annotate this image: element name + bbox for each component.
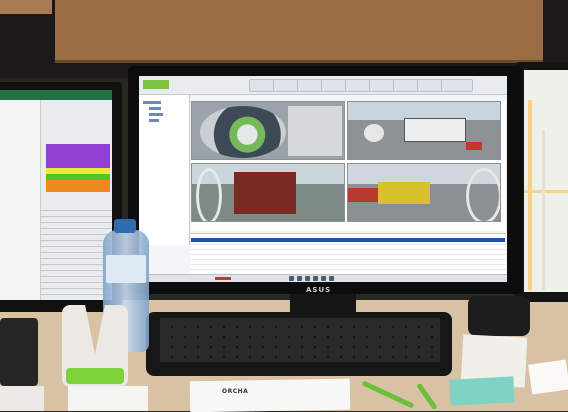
tree-item[interactable]: [149, 113, 163, 116]
app-toolbar: [139, 76, 507, 95]
phone-stand-base: [66, 368, 124, 384]
camera-grid: [191, 101, 505, 231]
spreadsheet-colored-rows: [46, 144, 110, 192]
spreadsheet-title-bar: [0, 90, 112, 100]
event-list: [191, 233, 505, 274]
bottle-label: [106, 255, 146, 283]
paper-document: [189, 378, 351, 412]
container-image: [378, 182, 430, 204]
taskbar-app-icon[interactable]: [313, 276, 318, 281]
camera-view[interactable]: [191, 101, 345, 160]
spreadsheet-sidebar: [0, 100, 41, 300]
map-road: [524, 190, 568, 193]
camera-image: [348, 188, 378, 202]
map-road: [528, 100, 532, 290]
toolbar-button[interactable]: [441, 79, 473, 92]
spreadsheet-grid: [40, 210, 112, 300]
taskbar-app-icon[interactable]: [297, 276, 302, 281]
cctv-app-window: [139, 76, 507, 282]
camera-view[interactable]: [191, 163, 345, 222]
map-screen: [524, 70, 568, 292]
taskbar: [139, 274, 507, 282]
rubber-stamp: [0, 318, 38, 386]
camera-view[interactable]: [347, 101, 501, 160]
app-logo: [143, 80, 169, 89]
camera-image: [364, 124, 384, 142]
selected-row[interactable]: [191, 238, 505, 242]
taskbar-alert[interactable]: [215, 277, 231, 280]
container-image: [234, 172, 296, 214]
spreadsheet-screen: [0, 90, 112, 300]
camera-tree-panel[interactable]: [139, 95, 190, 245]
camera-image: [200, 106, 286, 158]
speaker-puck: [468, 296, 530, 336]
sticky-note: [449, 376, 515, 406]
taskbar-app-icon[interactable]: [329, 276, 334, 281]
camera-image: [288, 106, 342, 156]
tree-item[interactable]: [149, 119, 159, 122]
taskbar-app-icon[interactable]: [321, 276, 326, 281]
map-road: [542, 130, 545, 290]
event-rows[interactable]: [191, 244, 505, 274]
wooden-cabinet: [55, 0, 543, 63]
paper-heading: ORCHA: [222, 388, 249, 395]
keyboard-keys: [160, 318, 440, 362]
bottle-cap: [114, 219, 136, 233]
taskbar-app-icon[interactable]: [305, 276, 310, 281]
camera-image: [466, 142, 482, 150]
camera-image: [196, 168, 222, 221]
receipt: [528, 359, 568, 395]
wooden-shelf: [0, 0, 52, 14]
document: [0, 386, 44, 411]
camera-image: [466, 168, 500, 221]
paper-document: [68, 386, 148, 411]
taskbar-app-icon[interactable]: [289, 276, 294, 281]
camera-view[interactable]: [347, 163, 501, 222]
tree-item[interactable]: [143, 101, 161, 104]
tree-item[interactable]: [149, 107, 161, 110]
truck-image: [404, 118, 466, 142]
monitor-brand-logo: ASUS: [306, 286, 332, 294]
